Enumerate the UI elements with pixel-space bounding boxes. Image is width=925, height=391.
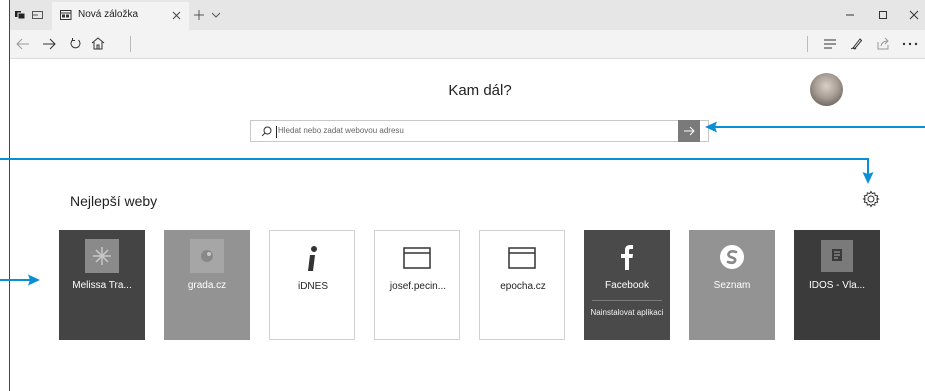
arrow-to-gear xyxy=(0,158,869,174)
callout-arrows xyxy=(0,121,925,286)
